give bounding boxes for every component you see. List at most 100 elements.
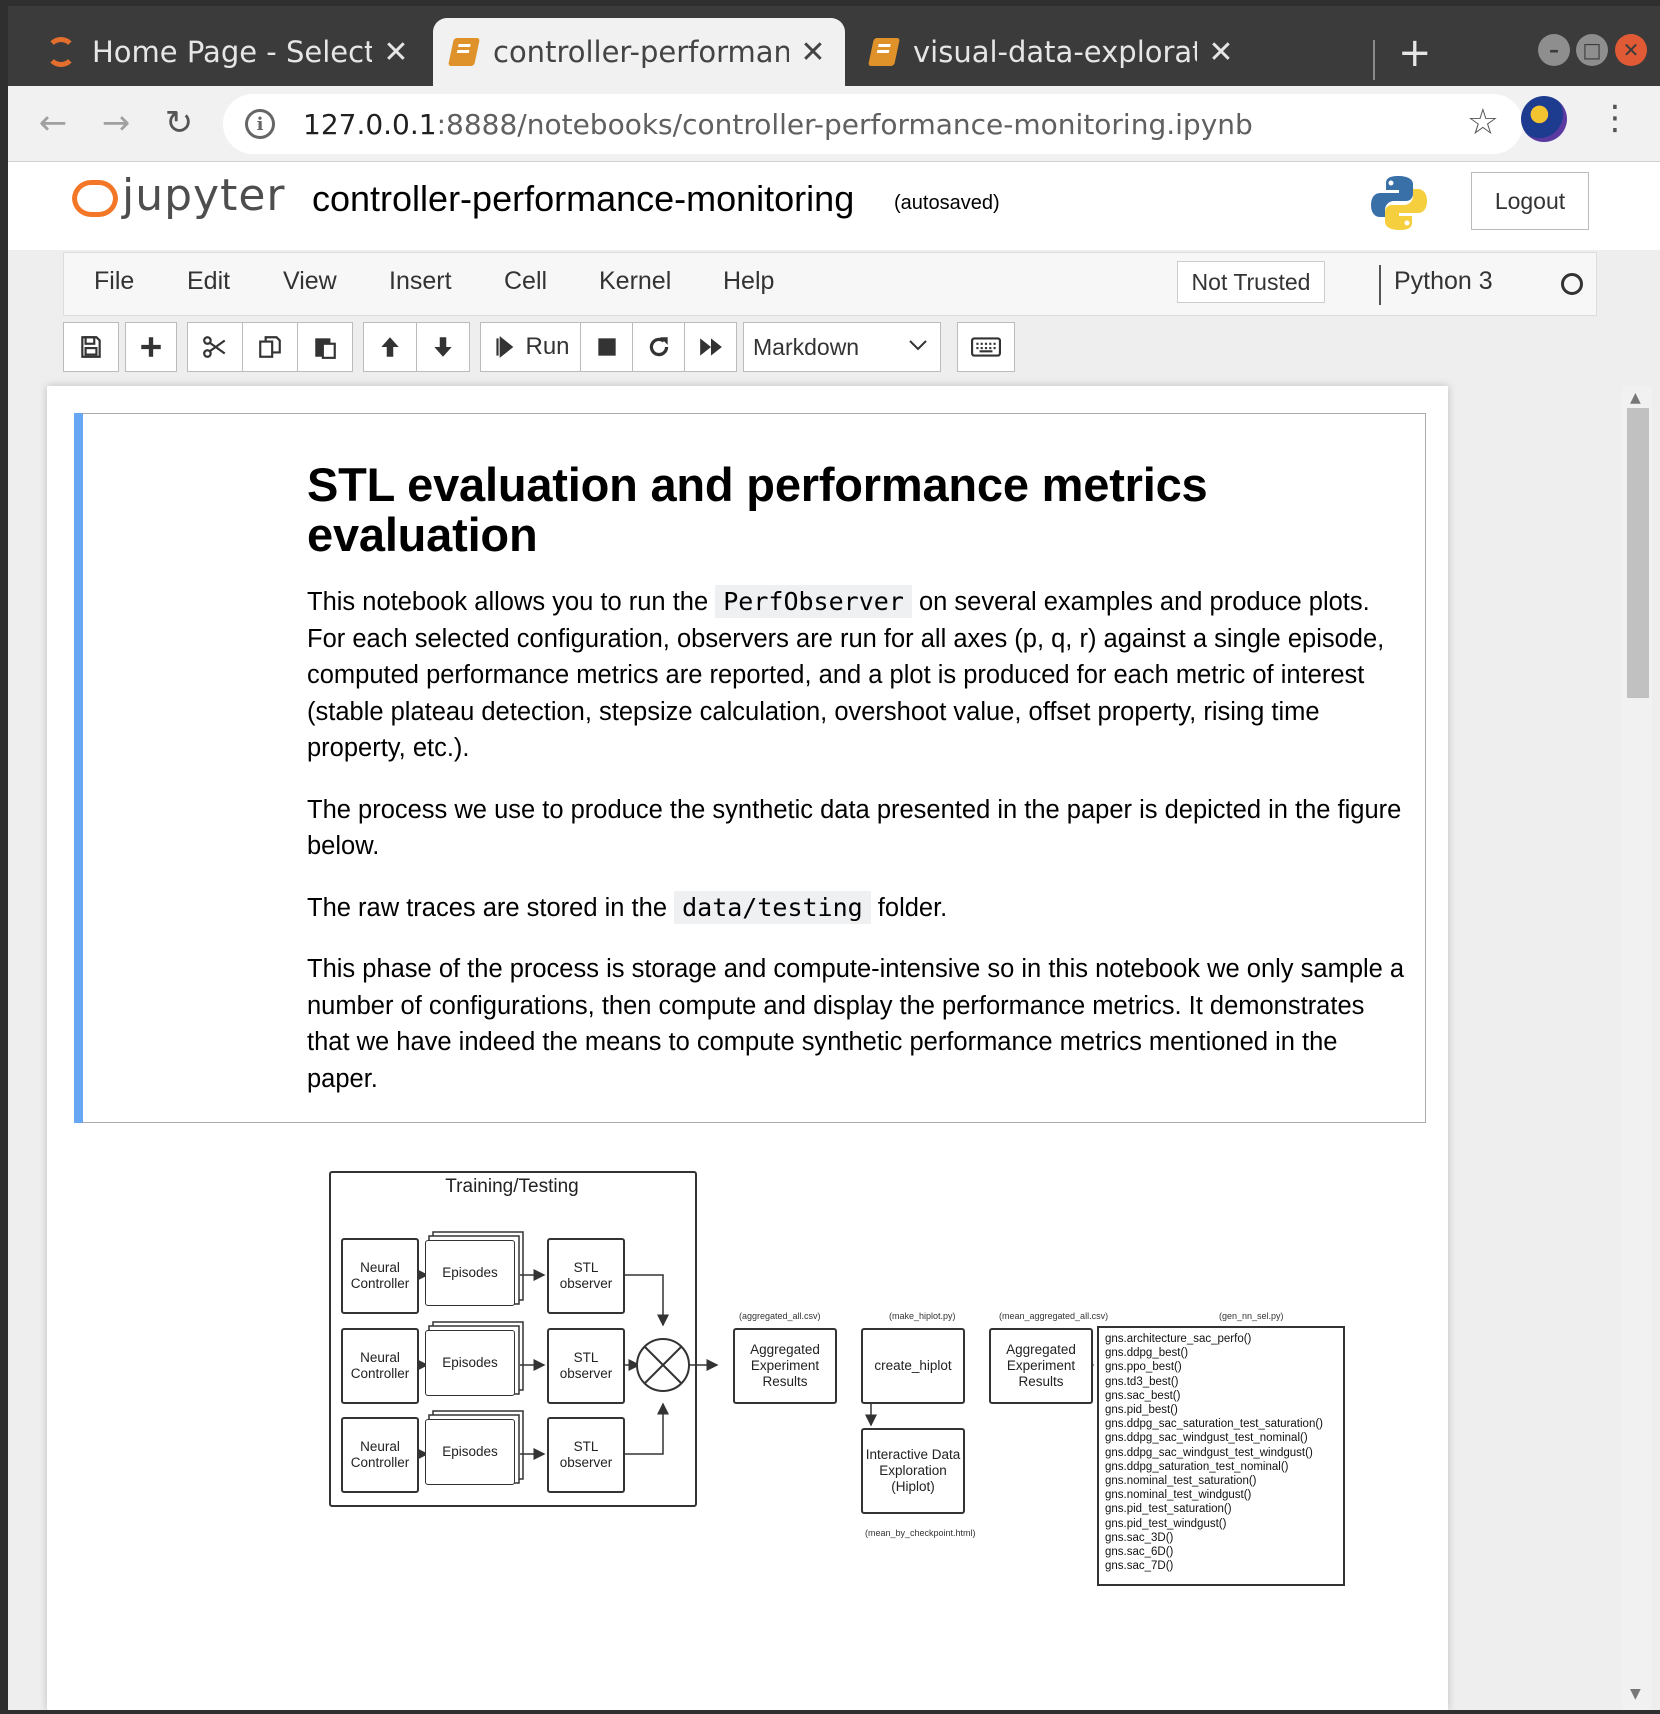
- maximize-icon[interactable]: □: [1576, 34, 1608, 66]
- run-button[interactable]: Run: [480, 322, 581, 372]
- run-label: Run: [525, 333, 570, 360]
- notebook-area: STL evaluation and performance metrics e…: [8, 386, 1660, 1710]
- tab-home-page[interactable]: Home Page - Select or create a notebook …: [28, 18, 428, 86]
- restart-run-all-button[interactable]: [684, 322, 737, 372]
- gen-nn-sel-label: (gen_nn_sel.py): [1219, 1311, 1284, 1321]
- notebook-title[interactable]: controller-performance-monitoring: [312, 178, 854, 220]
- jupyter-logo-text: jupyter: [122, 170, 286, 221]
- menu-file[interactable]: File: [94, 267, 134, 296]
- neural-controller-box: Neural Controller: [341, 1417, 419, 1493]
- rendered-markdown: STL evaluation and performance metrics e…: [307, 460, 1407, 1122]
- notebook-icon: [448, 38, 480, 66]
- jupyter-logo[interactable]: jupyter: [70, 170, 286, 221]
- tab-title: controller-performance-monitoring: [493, 35, 789, 69]
- neural-controller-box: Neural Controller: [341, 1238, 419, 1314]
- function-list-item: gns.ddpg_sac_windgust_test_windgust(): [1105, 1446, 1313, 1459]
- paste-button[interactable]: [297, 322, 353, 372]
- scroll-down-icon[interactable]: ▼: [1630, 1686, 1641, 1702]
- interactive-exploration-box: Interactive Data Exploration (Hiplot): [861, 1428, 965, 1514]
- scissors-icon: [203, 336, 226, 358]
- tab-visual-data-exploration[interactable]: visual-data-exploration ✕: [853, 18, 1253, 86]
- close-icon[interactable]: ✕: [382, 35, 410, 70]
- forward-icon[interactable]: →: [93, 100, 139, 146]
- command-palette-button[interactable]: [957, 322, 1015, 372]
- episodes-box: Episodes: [425, 1330, 515, 1396]
- process-diagram: Training/Testing Neural Controller Neura…: [329, 1168, 1361, 1588]
- function-list-item: gns.ddpg_saturation_test_nominal(): [1105, 1460, 1289, 1473]
- plus-icon: [141, 337, 161, 357]
- menu-insert[interactable]: Insert: [389, 267, 452, 296]
- address-bar: ← → ↻ i 127.0.0.1:8888/notebooks/control…: [8, 86, 1660, 162]
- tab-title: visual-data-exploration: [913, 35, 1197, 69]
- move-up-button[interactable]: [363, 322, 417, 372]
- function-list-item: gns.pid_test_windgust(): [1105, 1517, 1227, 1530]
- notebook-icon: [868, 38, 900, 66]
- url-input[interactable]: i 127.0.0.1:8888/notebooks/controller-pe…: [223, 94, 1523, 154]
- cut-button[interactable]: [187, 322, 243, 372]
- menu-help[interactable]: Help: [723, 267, 774, 296]
- jupyter-page: jupyter controller-performance-monitorin…: [8, 162, 1660, 1710]
- make-hiplot-label: (make_hiplot.py): [889, 1311, 956, 1321]
- step-forward-icon: [496, 336, 514, 358]
- function-list-item: gns.nominal_test_windgust(): [1105, 1489, 1252, 1502]
- inline-code: data/testing: [674, 890, 871, 924]
- keyboard-icon: [971, 337, 1001, 357]
- menu-cell[interactable]: Cell: [504, 267, 547, 296]
- save-icon: [81, 336, 101, 358]
- cell-type-select[interactable]: Markdown: [743, 322, 941, 372]
- cell-heading: STL evaluation and performance metrics e…: [307, 458, 1208, 561]
- divider: [1379, 265, 1381, 305]
- aggregated-results-box: Aggregated Experiment Results: [733, 1328, 837, 1404]
- interrupt-button[interactable]: [580, 322, 633, 372]
- fast-forward-icon: [699, 338, 722, 356]
- inline-code: PerfObserver: [715, 585, 912, 618]
- mean-by-checkpoint-label: (mean_by_checkpoint.html): [865, 1528, 976, 1538]
- profile-avatar[interactable]: [1521, 96, 1567, 142]
- copy-button[interactable]: [242, 322, 298, 372]
- menu-view[interactable]: View: [283, 267, 337, 296]
- bookmark-star-icon[interactable]: ☆: [1467, 102, 1499, 143]
- paste-icon: [315, 338, 336, 359]
- arrow-down-icon: [434, 337, 452, 357]
- reload-icon[interactable]: ↻: [156, 100, 202, 146]
- insert-cell-button[interactable]: [125, 322, 177, 372]
- kernel-name: Python 3: [1394, 267, 1493, 295]
- stl-observer-box: STL observer: [547, 1328, 625, 1404]
- browser-tab-bar: Home Page - Select or create a notebook …: [8, 6, 1660, 86]
- python-logo-icon: [1371, 176, 1427, 230]
- notebook-container: STL evaluation and performance metrics e…: [47, 386, 1448, 1710]
- browser-menu-icon[interactable]: ⋮: [1598, 98, 1632, 138]
- close-icon[interactable]: ✕: [1207, 35, 1235, 70]
- chevron-down-icon: [909, 340, 927, 351]
- menu-edit[interactable]: Edit: [187, 267, 230, 296]
- minimize-icon[interactable]: –: [1538, 34, 1570, 66]
- scroll-up-icon[interactable]: ▲: [1630, 390, 1641, 406]
- back-icon[interactable]: ←: [30, 100, 76, 146]
- scroll-thumb[interactable]: [1627, 408, 1649, 698]
- restart-button[interactable]: [632, 322, 685, 372]
- paragraph-intro: This notebook allows you to run the Perf…: [307, 585, 1385, 762]
- menu-kernel[interactable]: Kernel: [599, 267, 671, 296]
- window-close-icon[interactable]: ✕: [1615, 34, 1647, 66]
- aggregated-file-label: (aggregated_all.csv): [739, 1311, 821, 1321]
- function-list-item: gns.ddpg_sac_saturation_test_saturation(…: [1105, 1418, 1324, 1431]
- markdown-cell[interactable]: STL evaluation and performance metrics e…: [74, 413, 1426, 1123]
- scrollbar[interactable]: ▲ ▼: [1622, 386, 1652, 1710]
- menu-bar: File Edit View Insert Cell Kernel Help N…: [63, 252, 1597, 316]
- save-button[interactable]: [63, 322, 119, 372]
- function-list-item: gns.ddpg_best(): [1105, 1347, 1189, 1360]
- logout-button[interactable]: Logout: [1471, 172, 1589, 230]
- paragraph-raw-traces: The raw traces are stored in the data/te…: [307, 890, 948, 924]
- trust-status-button[interactable]: Not Trusted: [1177, 261, 1325, 303]
- stl-observer-box: STL observer: [547, 1238, 625, 1314]
- function-list-item: gns.sac_6D(): [1105, 1546, 1174, 1559]
- copy-icon: [259, 336, 281, 358]
- info-icon[interactable]: i: [245, 109, 275, 139]
- move-down-button[interactable]: [416, 322, 470, 372]
- stop-icon: [597, 338, 616, 356]
- new-tab-button[interactable]: +: [1398, 30, 1432, 76]
- tab-controller-performance[interactable]: controller-performance-monitoring ✕: [433, 18, 845, 86]
- tab-title: Home Page - Select or create a notebook: [92, 35, 372, 69]
- close-icon[interactable]: ✕: [799, 35, 827, 70]
- create-hiplot-box: create_hiplot: [861, 1328, 965, 1404]
